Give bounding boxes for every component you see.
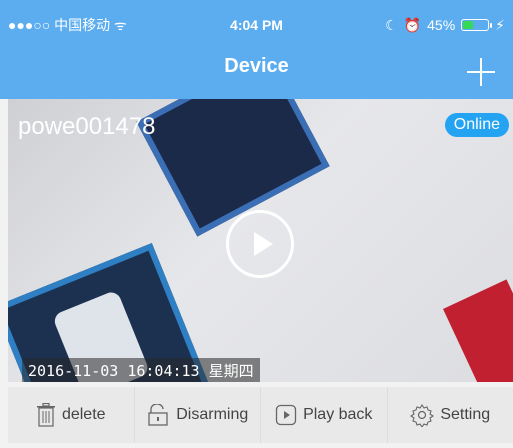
top-bar: ●●●○○ 中国移动 ᯤ 4:04 PM ☾ ⏰ 45% ⚡ Device — [0, 0, 513, 99]
video-timestamp: 2016-11-03 16:04:13 星期四 — [22, 358, 260, 382]
disarming-label: Disarming — [176, 406, 249, 423]
camera-preview[interactable]: powe001478 Online 2016-11-03 16:04:13 星期… — [8, 99, 513, 382]
setting-button[interactable]: Setting — [388, 387, 513, 443]
trash-icon — [36, 403, 55, 427]
battery-percent: 45% — [427, 17, 456, 33]
device-name: powe001478 — [18, 113, 156, 140]
delete-label: delete — [61, 406, 106, 423]
unlock-icon — [148, 404, 168, 426]
moon-icon: ☾ — [385, 17, 398, 33]
scene-red-bag — [443, 279, 513, 382]
add-device-button[interactable] — [467, 58, 495, 86]
status-bar: ●●●○○ 中国移动 ᯤ 4:04 PM ☾ ⏰ 45% ⚡ — [0, 12, 513, 38]
charging-icon: ⚡ — [495, 17, 505, 33]
setting-label: Setting — [440, 406, 491, 423]
alarm-icon: ⏰ — [403, 17, 422, 33]
playback-button[interactable]: Play back — [261, 387, 388, 443]
device-toolbar: delete Disarming Play back Setting — [8, 387, 513, 443]
play-icon — [254, 232, 273, 256]
status-badge: Online — [444, 113, 509, 137]
playback-label: Play back — [303, 406, 373, 423]
status-right: ☾ ⏰ 45% ⚡ — [385, 12, 505, 38]
battery-icon — [461, 19, 493, 31]
play-button[interactable] — [226, 210, 294, 278]
playback-icon — [275, 404, 297, 426]
disarming-button[interactable]: Disarming — [135, 387, 261, 443]
gear-icon — [410, 404, 435, 427]
page-title: Device — [224, 55, 289, 77]
delete-button[interactable]: delete — [8, 387, 135, 443]
